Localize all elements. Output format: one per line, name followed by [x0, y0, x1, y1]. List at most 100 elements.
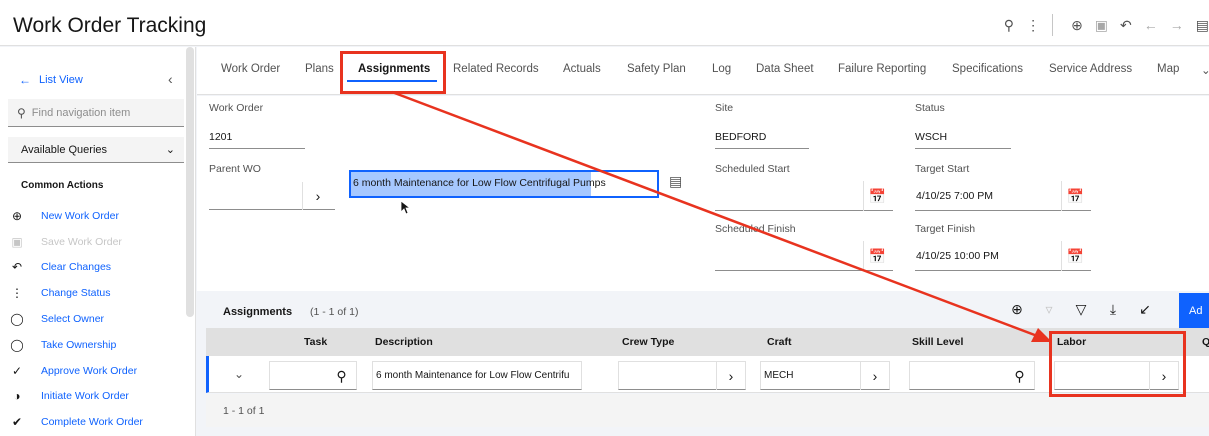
target-start-value: 4/10/25 7:00 PM — [916, 190, 994, 202]
assignments-toolbar: Assignments (1 - 1 of 1) ⊕ ▿ ▽ ⤓ ↙ — [206, 293, 1209, 326]
work-order-value[interactable]: 1201 — [209, 131, 232, 143]
target-finish-input[interactable]: 4/10/25 10:00 PM 📅 — [915, 241, 1091, 271]
target-start-input[interactable]: 4/10/25 7:00 PM 📅 — [915, 181, 1091, 211]
craft-input[interactable]: MECH › — [760, 361, 890, 390]
action-clear-changes[interactable]: ↶ Clear Changes — [8, 255, 143, 281]
list-view-link[interactable]: ← List View — [19, 73, 83, 87]
parent-wo-input[interactable]: › — [209, 182, 335, 210]
tab-related-records[interactable]: Related Records — [453, 63, 539, 75]
sidebar-scrollbar[interactable] — [186, 47, 194, 317]
status-icon: ⋮ — [11, 286, 23, 301]
column-task[interactable]: Task — [304, 336, 327, 348]
tab-actuals[interactable]: Actuals — [563, 63, 601, 75]
add-icon[interactable]: ⊕ — [1071, 17, 1083, 34]
long-description-icon[interactable]: ▤ — [669, 173, 682, 190]
scheduled-finish-label: Scheduled Finish — [715, 223, 796, 235]
undo-icon: ↶ — [11, 260, 23, 275]
tab-safety-plan[interactable]: Safety Plan — [627, 63, 686, 75]
search-icon: ⚲ — [17, 105, 26, 120]
save-icon: ▣ — [11, 234, 23, 249]
forward-arrow-icon[interactable]: → — [1170, 17, 1184, 33]
checkmark-circle-icon: ✔ — [11, 415, 23, 430]
available-queries-dropdown[interactable]: Available Queries ⌄ — [8, 137, 184, 163]
description-value: 6 month Maintenance for Low Flow Centrif… — [353, 177, 606, 189]
filter-icon[interactable]: ▽ — [1065, 301, 1097, 318]
search-icon[interactable]: ⚲ — [327, 362, 356, 390]
tab-failure-reporting[interactable]: Failure Reporting — [838, 63, 926, 75]
document-icon[interactable]: ▤ — [1196, 17, 1209, 34]
user-icon: ◯ — [10, 312, 24, 327]
nav-search-input[interactable]: ⚲ Find navigation item — [8, 99, 184, 127]
table-footer: 1 - 1 of 1 — [206, 394, 1209, 427]
tab-work-order[interactable]: Work Order — [221, 63, 280, 75]
calendar-icon[interactable]: 📅 — [1061, 181, 1089, 211]
action-initiate-work-order[interactable]: ◑ Initiate Work Order — [8, 384, 143, 410]
action-complete-work-order[interactable]: ✔ Complete Work Order — [8, 409, 143, 435]
target-finish-value: 4/10/25 10:00 PM — [916, 250, 999, 262]
site-underline — [715, 148, 809, 149]
scheduled-finish-input[interactable]: 📅 — [715, 241, 893, 271]
calendar-icon[interactable]: 📅 — [863, 241, 891, 271]
action-change-status[interactable]: ⋮ Change Status — [8, 280, 143, 306]
user-check-icon: ◯ — [10, 337, 24, 352]
chevron-right-icon[interactable]: › — [716, 362, 745, 390]
chevron-down-icon[interactable]: ⌄ — [234, 367, 244, 381]
scheduled-start-input[interactable]: 📅 — [715, 181, 893, 211]
assignments-title: Assignments — [223, 306, 293, 318]
tab-service-address[interactable]: Service Address — [1049, 63, 1132, 75]
action-save-work-order: ▣ Save Work Order — [11, 234, 122, 249]
undo-icon[interactable]: ↶ — [1120, 17, 1132, 34]
tab-specifications[interactable]: Specifications — [952, 63, 1023, 75]
save-icon[interactable]: ▣ — [1095, 17, 1108, 34]
task-input[interactable]: ⚲ — [269, 361, 357, 390]
tab-log[interactable]: Log — [712, 63, 731, 75]
tab-map[interactable]: Map — [1157, 63, 1179, 75]
row-description-input[interactable]: 6 month Maintenance for Low Flow Centrif… — [372, 361, 582, 390]
site-label: Site — [715, 102, 734, 114]
calendar-icon[interactable]: 📅 — [863, 181, 891, 211]
status-underline — [915, 148, 1011, 149]
target-start-label: Target Start — [915, 163, 970, 175]
target-finish-label: Target Finish — [915, 223, 976, 235]
action-take-ownership[interactable]: ◯ Take Ownership — [8, 332, 143, 358]
add-row-icon[interactable]: ⊕ — [1001, 301, 1033, 318]
status-value[interactable]: WSCH — [915, 131, 947, 143]
add-button[interactable]: Ad — [1179, 293, 1209, 328]
tab-data-sheet[interactable]: Data Sheet — [756, 63, 814, 75]
tab-overflow-chevron-icon[interactable]: ⌄ — [1201, 63, 1209, 77]
column-description[interactable]: Description — [375, 336, 433, 348]
calendar-icon[interactable]: 📅 — [1061, 241, 1089, 271]
tab-plans[interactable]: Plans — [305, 63, 334, 75]
side-navigation: ← List View ‹ ⚲ Find navigation item Ava… — [0, 47, 196, 436]
action-select-owner[interactable]: ◯ Select Owner — [8, 306, 143, 332]
common-actions-title: Common Actions — [21, 180, 104, 191]
site-value[interactable]: BEDFORD — [715, 131, 766, 143]
back-arrow-icon[interactable]: ← — [1144, 17, 1158, 33]
action-approve-work-order[interactable]: ✓ Approve Work Order — [8, 358, 143, 384]
minimize-icon[interactable]: ↙ — [1129, 301, 1161, 318]
common-actions-list: ⊕ New Work Order ▣ Save Work Order ↶ Cle… — [8, 203, 143, 435]
download-icon[interactable]: ⤓ — [1097, 301, 1129, 318]
column-craft[interactable]: Craft — [767, 336, 792, 348]
collapse-sidebar-icon[interactable]: ‹ — [168, 71, 173, 87]
chevron-down-icon: ⌄ — [165, 144, 175, 156]
assignments-count: (1 - 1 of 1) — [310, 306, 359, 318]
chevron-right-icon[interactable]: › — [860, 362, 889, 390]
annotation-highlight-assignments-tab — [340, 51, 446, 94]
crew-type-input[interactable]: › — [618, 361, 746, 390]
scheduled-start-label: Scheduled Start — [715, 163, 790, 175]
chevron-right-icon[interactable]: › — [302, 182, 333, 210]
action-new-work-order[interactable]: ⊕ New Work Order — [8, 203, 143, 229]
overflow-icon[interactable]: ⋮ — [1026, 17, 1040, 34]
clear-filter-icon: ▿ — [1045, 301, 1053, 317]
skill-level-input[interactable]: ⚲ — [909, 361, 1035, 390]
back-arrow-icon: ← — [19, 73, 31, 87]
description-input[interactable]: 6 month Maintenance for Low Flow Centrif… — [349, 170, 659, 198]
column-q[interactable]: Q — [1202, 336, 1209, 348]
app-header: Work Order Tracking ⚲ ⋮ ⊕ ▣ ↶ ← → ▤ — [0, 0, 1209, 46]
search-icon[interactable]: ⚲ — [1004, 17, 1014, 34]
add-circle-icon: ⊕ — [11, 208, 23, 223]
search-icon[interactable]: ⚲ — [1005, 362, 1034, 390]
column-skill-level[interactable]: Skill Level — [912, 336, 963, 348]
column-crew-type[interactable]: Crew Type — [622, 336, 674, 348]
